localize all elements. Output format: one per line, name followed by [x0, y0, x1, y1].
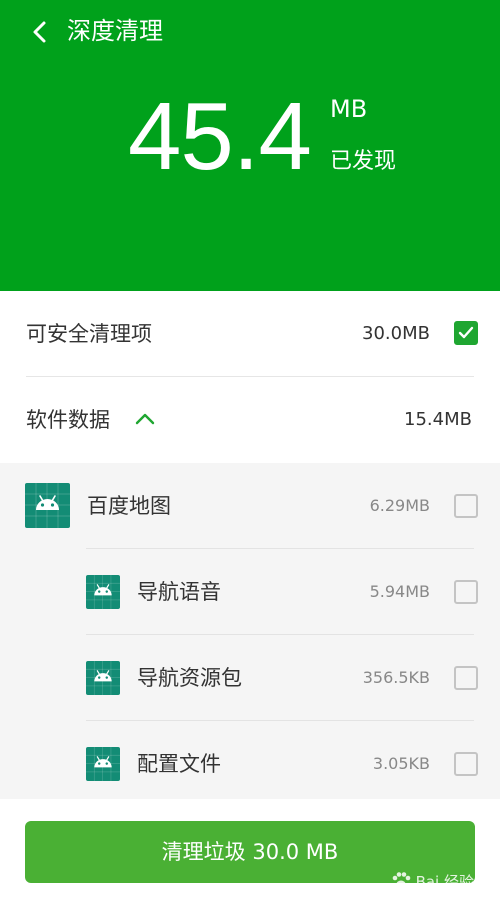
list-item[interactable]: 导航资源包 356.5KB	[0, 635, 500, 721]
app-name: 配置文件	[137, 752, 221, 776]
software-data-label: 软件数据	[26, 408, 110, 432]
safe-items-size: 30.0MB	[362, 323, 430, 344]
header: 深度清理 45.4 MB 已发现	[0, 0, 500, 291]
software-data-size: 15.4MB	[404, 409, 472, 430]
safe-items-row[interactable]: 可安全清理项 30.0MB	[0, 291, 500, 377]
app-name: 百度地图	[87, 494, 171, 518]
watermark-text: Bai 经验	[415, 872, 474, 891]
android-icon	[86, 661, 120, 695]
chevron-left-icon	[33, 21, 46, 43]
found-size-value: 45.4	[128, 83, 312, 190]
safe-items-label: 可安全清理项	[26, 322, 152, 346]
app-checkbox[interactable]	[454, 494, 478, 518]
found-label: 已发现	[330, 149, 397, 174]
list-item[interactable]: 配置文件 3.05KB	[0, 721, 500, 807]
app-size: 3.05KB	[372, 754, 430, 773]
back-button[interactable]	[22, 12, 58, 52]
safe-items-checkbox[interactable]	[454, 321, 478, 345]
app-checkbox[interactable]	[454, 752, 478, 776]
watermark: Bai 经验	[390, 870, 474, 892]
page-title: 深度清理	[67, 17, 163, 45]
android-icon	[25, 483, 70, 528]
android-icon	[86, 747, 120, 781]
app-name: 导航资源包	[137, 666, 242, 690]
software-data-row[interactable]: 软件数据 15.4MB	[0, 377, 500, 463]
watermark-subtext: jingyan.baidu.com	[390, 896, 474, 906]
chevron-up-icon[interactable]	[134, 410, 156, 428]
list-item[interactable]: 百度地图 6.29MB	[0, 463, 500, 549]
app-size: 356.5KB	[362, 668, 430, 687]
list-item[interactable]: 导航语音 5.94MB	[0, 549, 500, 635]
app-name: 导航语音	[137, 580, 221, 604]
app-checkbox[interactable]	[454, 666, 478, 690]
found-size-unit: MB	[330, 95, 368, 123]
app-checkbox[interactable]	[454, 580, 478, 604]
app-size: 6.29MB	[369, 496, 430, 515]
bottom-bar: 清理垃圾 30.0 MB Bai 经验 jingyan.baidu.com	[0, 799, 500, 910]
paw-icon	[392, 872, 410, 890]
software-data-list: 百度地图 6.29MB 导航语音 5.94MB 导航资源包 356.5KB 配置…	[0, 463, 500, 799]
check-icon	[458, 326, 474, 339]
android-icon	[86, 575, 120, 609]
app-size: 5.94MB	[369, 582, 430, 601]
